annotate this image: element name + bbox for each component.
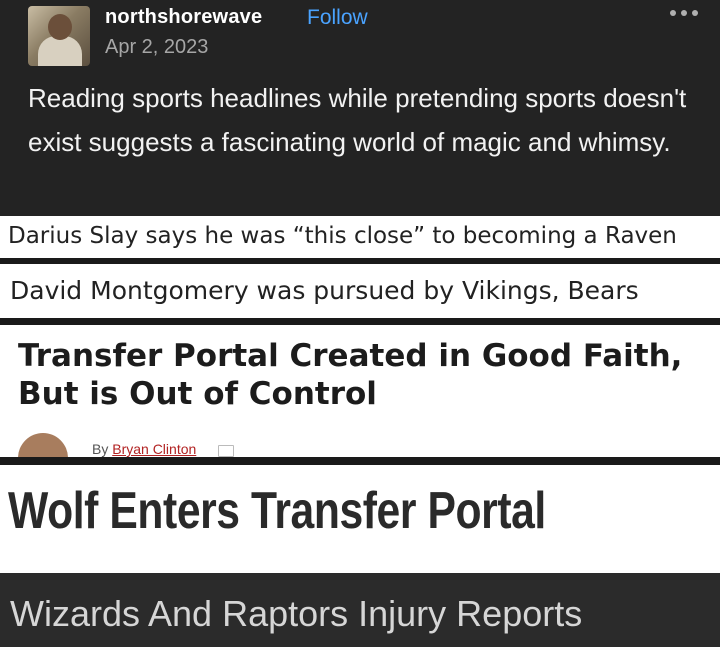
byline: By Bryan Clinton xyxy=(92,441,196,457)
headline-text: David Montgomery was pursued by Vikings,… xyxy=(10,276,639,305)
divider xyxy=(0,457,720,465)
author-avatar xyxy=(18,433,68,457)
divider xyxy=(0,318,720,325)
dot-icon xyxy=(670,10,676,16)
headline-text: Wizards And Raptors Injury Reports xyxy=(10,593,583,634)
user-avatar[interactable] xyxy=(28,6,90,66)
headline-wolf: Wolf Enters Transfer Portal xyxy=(0,465,720,573)
post-date: Apr 2, 2023 xyxy=(105,36,209,58)
more-options-icon[interactable] xyxy=(670,10,698,16)
headline-montgomery: David Montgomery was pursued by Vikings,… xyxy=(0,264,720,318)
headline-text: Wolf Enters Transfer Portal xyxy=(8,482,546,540)
headline-wizards-raptors: Wizards And Raptors Injury Reports xyxy=(0,573,720,647)
mail-icon[interactable] xyxy=(218,445,234,457)
headline-text: Transfer Portal Created in Good Faith, B… xyxy=(18,338,683,412)
author-link[interactable]: Bryan Clinton xyxy=(112,441,196,457)
avatar-figure-head xyxy=(48,14,72,40)
headline-transfer-portal: Transfer Portal Created in Good Faith, B… xyxy=(0,325,720,457)
avatar-figure-body xyxy=(38,36,82,66)
byline-prefix: By xyxy=(92,441,113,457)
tumblr-post: northshorewave Follow Apr 2, 2023 Readin… xyxy=(0,0,720,216)
headline-slay: Darius Slay says he was “this close” to … xyxy=(0,216,720,258)
dot-icon xyxy=(692,10,698,16)
follow-button[interactable]: Follow xyxy=(307,6,368,30)
dot-icon xyxy=(681,10,687,16)
post-username[interactable]: northshorewave xyxy=(105,6,262,29)
post-text: Reading sports headlines while pretendin… xyxy=(28,83,687,157)
headline-text: Darius Slay says he was “this close” to … xyxy=(8,223,677,249)
